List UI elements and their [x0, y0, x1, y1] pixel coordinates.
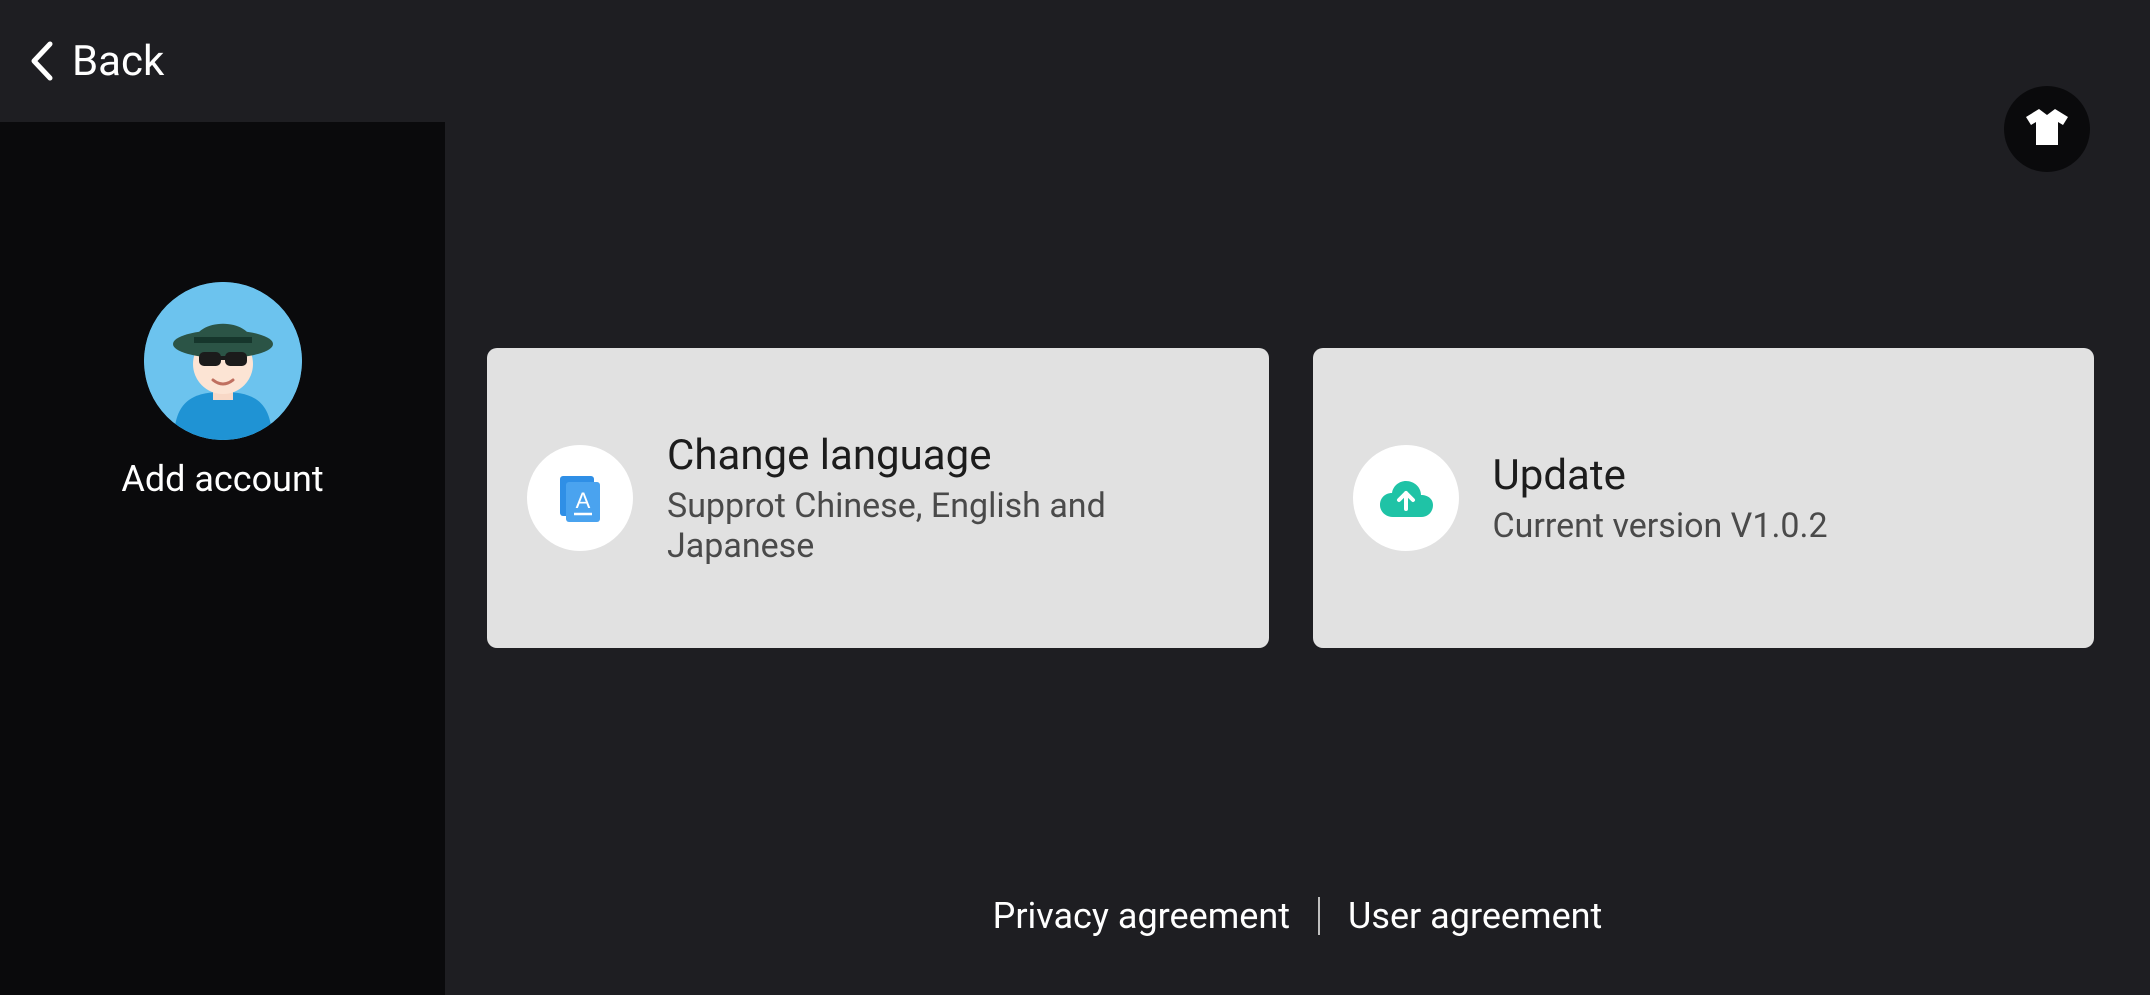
- settings-cards: A Change language Supprot Chinese, Engli…: [445, 348, 2150, 648]
- language-icon: A: [527, 445, 633, 551]
- chevron-left-icon: [28, 40, 54, 82]
- update-card[interactable]: Update Current version V1.0.2: [1313, 348, 2095, 648]
- add-account-label: Add account: [121, 458, 323, 500]
- avatar: [144, 282, 302, 440]
- footer-links: Privacy agreement User agreement: [445, 895, 2150, 937]
- main-panel: A Change language Supprot Chinese, Engli…: [445, 0, 2150, 995]
- cloud-upload-icon: [1353, 445, 1459, 551]
- update-card-subtitle: Current version V1.0.2: [1493, 506, 1828, 546]
- svg-text:A: A: [576, 488, 591, 513]
- sidebar: Back: [0, 0, 445, 995]
- shirt-icon: [2024, 107, 2070, 151]
- update-card-title: Update: [1493, 451, 1828, 500]
- privacy-agreement-link[interactable]: Privacy agreement: [993, 895, 1290, 937]
- language-card-title: Change language: [667, 431, 1229, 480]
- language-card-subtitle: Supprot Chinese, English and Japanese: [667, 486, 1229, 566]
- change-language-card[interactable]: A Change language Supprot Chinese, Engli…: [487, 348, 1269, 648]
- add-account-button[interactable]: Add account: [0, 282, 445, 500]
- footer-divider: [1318, 897, 1320, 935]
- theme-button[interactable]: [2004, 86, 2090, 172]
- back-label: Back: [72, 37, 164, 86]
- back-button[interactable]: Back: [0, 0, 445, 122]
- user-agreement-link[interactable]: User agreement: [1348, 895, 1602, 937]
